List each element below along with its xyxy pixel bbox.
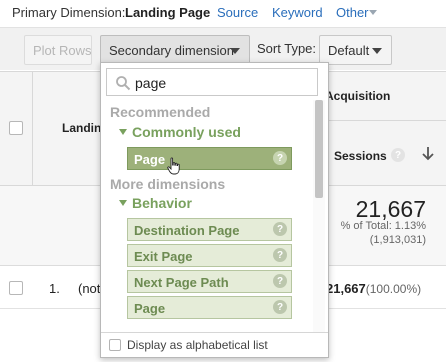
row-number: 1. <box>49 281 60 296</box>
sessions-total-absolute: (1,913,031) <box>369 234 426 246</box>
row-checkbox[interactable] <box>9 281 23 295</box>
select-all-checkbox[interactable] <box>9 121 23 135</box>
dimension-option-page-behavior[interactable]: Page ? <box>127 296 292 319</box>
dropdown-footer: Display as alphabetical list <box>101 332 328 357</box>
triangle-down-icon <box>119 129 127 135</box>
primary-dimension-keyword-link[interactable]: Keyword <box>272 5 323 20</box>
sort-type-select[interactable]: Default <box>319 35 392 65</box>
plot-rows-button[interactable]: Plot Rows <box>24 35 92 65</box>
help-icon[interactable]: ? <box>273 222 287 236</box>
dimension-search-box[interactable] <box>106 68 318 96</box>
dimension-option-label: Page <box>134 152 166 167</box>
sort-type-label: Sort Type: <box>257 41 317 56</box>
recommended-section-label: Recommended <box>110 104 211 120</box>
dimension-option-next-page-path[interactable]: Next Page Path ? <box>127 270 292 293</box>
sessions-total-value: 21,667 <box>355 196 426 222</box>
dimension-option-page[interactable]: Page ? <box>127 147 292 170</box>
help-icon[interactable]: ? <box>273 274 287 288</box>
secondary-dimension-dropdown: Recommended Commonly used Page ? More di… <box>100 62 329 358</box>
search-icon <box>116 76 131 91</box>
behavior-group[interactable]: Behavior <box>119 195 192 211</box>
dimension-option-label: Page <box>134 301 166 316</box>
more-dimensions-section-label: More dimensions <box>110 176 226 192</box>
help-icon[interactable]: ? <box>273 248 287 262</box>
primary-dimension-label: Primary Dimension: <box>12 5 126 20</box>
chevron-down-icon[interactable] <box>369 10 377 15</box>
primary-dimension-bar: Primary Dimension: Landing Page Source K… <box>0 0 446 26</box>
primary-dimension-other-link[interactable]: Other <box>336 5 369 20</box>
chevron-down-icon <box>372 48 382 54</box>
sort-type-value: Default <box>328 42 370 58</box>
secondary-dimension-label: Secondary dimension <box>109 42 235 58</box>
commonly-used-group[interactable]: Commonly used <box>119 124 241 140</box>
plot-rows-label: Plot Rows <box>33 42 92 58</box>
dimension-option-label: Next Page Path <box>134 275 229 290</box>
alphabetical-list-checkbox[interactable] <box>109 339 121 351</box>
row-landing-page[interactable]: (not <box>78 281 100 296</box>
secondary-dimension-button[interactable]: Secondary dimension <box>100 35 250 65</box>
primary-dimension-source-link[interactable]: Source <box>217 5 258 20</box>
dimension-option-label: Exit Page <box>134 249 193 264</box>
help-icon[interactable]: ? <box>391 148 405 162</box>
column-divider <box>32 71 33 186</box>
sessions-total-percent: % of Total: 1.13% <box>340 220 426 232</box>
dimension-option-exit-page[interactable]: Exit Page ? <box>127 244 292 267</box>
chevron-down-icon <box>230 48 240 54</box>
dimension-option-destination-page[interactable]: Destination Page ? <box>127 218 292 241</box>
triangle-down-icon <box>119 200 127 206</box>
row-sessions: 21,667(100.00%) <box>326 281 421 296</box>
row-sessions-value: 21,667 <box>326 281 366 296</box>
sessions-column-header[interactable]: Sessions <box>334 149 387 163</box>
alphabetical-list-label[interactable]: Display as alphabetical list <box>127 338 268 352</box>
commonly-used-label: Commonly used <box>132 124 241 140</box>
dimension-option-label: Destination Page <box>134 223 240 238</box>
dimension-search-input[interactable] <box>135 73 311 93</box>
help-icon[interactable]: ? <box>273 151 287 165</box>
hand-cursor-icon <box>167 157 180 175</box>
dropdown-scrollbar-thumb[interactable] <box>315 100 323 198</box>
acquisition-header-label: Acquisition <box>325 89 391 103</box>
sort-descending-icon[interactable] <box>421 146 435 162</box>
behavior-label: Behavior <box>132 195 192 211</box>
help-icon[interactable]: ? <box>273 300 287 314</box>
row-sessions-percent: (100.00%) <box>365 282 422 296</box>
primary-dimension-active: Landing Page <box>125 5 211 20</box>
